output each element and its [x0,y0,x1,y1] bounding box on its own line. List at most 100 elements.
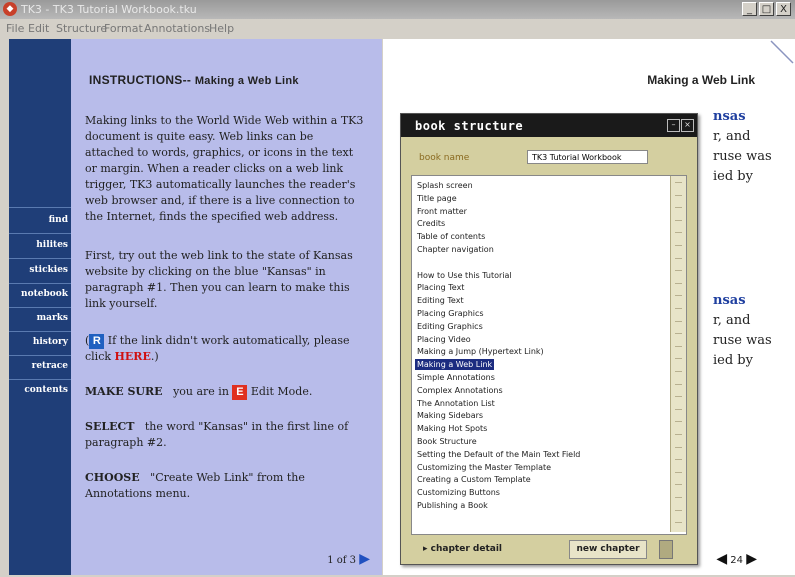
scrollbar-tick [675,459,682,461]
minimize-button[interactable]: _ [742,2,757,16]
page-text-line: r, and [713,313,751,328]
page-text-line: ruse was [713,149,772,164]
menu-format[interactable]: Format [104,22,143,35]
sidebar-item-find[interactable]: find [49,215,68,225]
chapter-list-item[interactable]: Editing Graphics [417,321,483,332]
here-link[interactable]: HERE [115,350,151,363]
scrollbar-tick [675,320,682,322]
next-page-icon[interactable]: ▶ [746,551,757,567]
instructions-panel: INSTRUCTIONS-- Making a Web Link Making … [71,39,382,575]
chapter-list-item[interactable]: Placing Video [417,334,471,345]
sidebar-item-history[interactable]: history [33,337,68,347]
scrollbar-tick [675,270,682,272]
sidebar-divider [9,258,71,259]
scrollbar-tick [675,345,682,347]
menu-help[interactable]: Help [209,22,234,35]
instructions-heading-label: INSTRUCTIONS-- [89,73,192,87]
chapter-list-item[interactable]: Editing Text [417,295,464,306]
scrollbar-tick [675,509,682,511]
page-number-nav: ◀ 24 ▶ [716,551,757,567]
scrollbar-tick [675,245,682,246]
sidebar-item-notebook[interactable]: notebook [21,289,68,299]
chapter-list-item[interactable]: Publishing a Book [417,500,488,511]
make-sure-post: Edit Mode. [250,385,313,398]
chapter-list-item[interactable]: Table of contents [417,231,485,242]
window-title: TK3 - TK3 Tutorial Workbook.tku [21,3,197,16]
kansas-link[interactable]: nsas [713,107,772,127]
instructions-pager: 1 of 3 ▶ [327,551,370,567]
page-title: Making a Web Link [647,73,755,87]
menu-annotations[interactable]: Annotations [144,22,210,35]
chapter-list-item[interactable]: Title page [417,193,457,204]
sidebar-item-hilites[interactable]: hilites [36,240,68,250]
scrollbar-tick [675,484,682,486]
app-icon: ◆ [3,2,17,16]
make-sure-step: MAKE SURE you are in E Edit Mode. [85,384,365,400]
choose-label: CHOOSE [85,471,140,484]
scrollbar-tick [675,282,682,284]
chapter-list-item[interactable]: Creating a Custom Template [417,474,531,485]
close-button[interactable]: X [776,2,791,16]
instructions-heading-topic: Making a Web Link [194,75,299,87]
book-name-field[interactable]: TK3 Tutorial Workbook [527,150,648,164]
chapter-list-item[interactable]: Simple Annotations [417,372,495,383]
sidebar-item-retrace[interactable]: retrace [32,361,68,371]
dialog-title: book structure [415,119,524,133]
window-titlebar[interactable]: ◆ TK3 - TK3 Tutorial Workbook.tku _ □ X [0,0,795,19]
chapter-list-item[interactable]: How to Use this Tutorial [417,270,512,281]
select-step: SELECT the word "Kansas" in the first li… [85,419,365,451]
chapter-list-item[interactable]: Placing Graphics [417,308,484,319]
dialog-footer: ▸ chapter detail new chapter [401,537,697,564]
maximize-button[interactable]: □ [759,2,774,16]
page-text-fragment: nsas r, and ruse was ied by [713,107,772,187]
scrollbar-tick [675,333,682,335]
scrollbar-tick [675,421,682,423]
chapter-list-item[interactable]: Customizing the Master Template [417,462,551,473]
next-arrow-icon[interactable]: ▶ [359,551,370,567]
new-chapter-button[interactable]: new chapter [569,540,647,559]
trash-icon[interactable] [659,540,673,559]
chapter-detail-toggle[interactable]: ▸ chapter detail [423,544,502,554]
instructions-paragraph: Making links to the World Wide Web withi… [85,114,364,223]
scrollbar-tick [675,207,682,209]
dialog-close-icon[interactable]: × [681,119,694,132]
chapter-list-item[interactable]: Splash screen [417,180,473,191]
scrollbar-tick [675,295,682,297]
scrollbar-tick [675,308,682,309]
page-text-line: ied by [713,353,753,368]
page-text-line: ruse was [713,333,772,348]
sidebar-item-stickies[interactable]: stickies [29,265,68,275]
chapter-list-item[interactable]: Front matter [417,206,467,217]
list-scrollbar[interactable] [670,176,686,532]
chapter-list-item[interactable]: Credits [417,218,445,229]
menu-edit[interactable]: Edit [28,22,49,35]
make-sure-pre: you are in [173,385,229,398]
chapter-list-item[interactable]: Customizing Buttons [417,487,500,498]
chapter-list-item[interactable]: Chapter navigation [417,244,494,255]
chapter-list-item[interactable]: Complex Annotations [417,385,503,396]
book-name-label: book name [419,153,470,163]
dialog-collapse-icon[interactable]: – [667,119,680,132]
chapter-list[interactable]: Splash screen Title page Front matter Credi… [411,175,687,535]
kansas-link[interactable]: nsas [713,291,772,311]
chapter-list-item[interactable]: Setting the Default of the Main Text Fie… [417,449,580,460]
page-corner-icon[interactable] [765,39,795,69]
instructions-paragraph: First, try out the web link to the state… [85,249,353,310]
sidebar-item-marks[interactable]: marks [37,313,68,323]
menu-file[interactable]: File [6,22,24,35]
sidebar-item-contents[interactable]: contents [24,385,68,395]
chapter-list-item[interactable]: Making Hot Spots [417,423,487,434]
page-text-fragment: nsas r, and ruse was ied by [713,291,772,371]
previous-page-icon[interactable]: ◀ [716,551,727,567]
chapter-list-item[interactable]: Placing Text [417,282,464,293]
page-number: 24 [730,555,744,566]
chapter-list-item[interactable]: The Annotation List [417,398,495,409]
dialog-titlebar[interactable]: book structure – × [401,114,697,137]
chapter-list-item[interactable]: Making a Web Link [415,359,495,371]
menu-structure[interactable]: Structure [56,22,107,35]
chapter-list-item[interactable]: Book Structure [417,436,477,447]
chapter-list-item[interactable]: Making a Jump (Hypertext Link) [417,346,544,357]
scrollbar-tick [675,446,682,448]
book-structure-dialog: book structure – × book name TK3 Tutoria… [400,113,698,565]
chapter-list-item[interactable]: Making Sidebars [417,410,483,421]
